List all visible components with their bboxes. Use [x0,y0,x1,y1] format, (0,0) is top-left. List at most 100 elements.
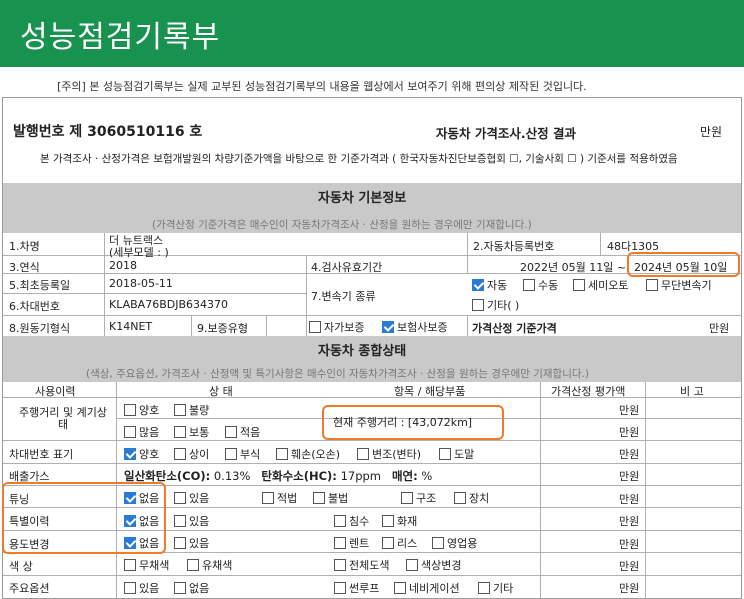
mileage-many[interactable]: 많음 [124,424,159,440]
base-price-label: 가격산정 기준가격 [472,322,557,335]
mileage-few[interactable]: 적음 [225,424,260,440]
checkbox[interactable] [454,492,466,504]
engine-value: K14NET [109,320,153,333]
checkbox[interactable] [225,448,237,460]
vin-mark-diff[interactable]: 상이 [174,446,209,462]
mileage-normal[interactable]: 보통 [174,424,209,440]
vin-mark-damage[interactable]: 훼손(오손) [276,446,340,462]
checkbox[interactable] [334,559,346,571]
tuning-structure[interactable]: 구조 [401,490,436,506]
checkbox[interactable] [174,492,186,504]
checkbox[interactable] [174,537,186,549]
checkbox[interactable] [334,515,346,527]
vin-mark-altered[interactable]: 변조(변타) [357,446,421,462]
checkbox[interactable] [406,559,418,571]
car-model-detail: (세부모델 : ) [109,246,169,259]
checkbox[interactable] [382,537,394,549]
tuning-yes[interactable]: 있음 [174,490,209,506]
trans-manual[interactable]: 수동 [523,277,558,293]
emission-price: 만원 [619,470,640,483]
checkbox[interactable] [401,492,413,504]
overall-title: 자동차 종합상태 [318,344,407,359]
tuning-legal[interactable]: 적법 [262,490,297,506]
inspect-label: 4.검사유효기간 [311,261,383,274]
color-label: 색 상 [9,560,33,573]
checkbox-checked[interactable] [382,321,394,333]
emission-values: 일산화탄소(CO): 0.13% 탄화수소(HC): 17ppm 매연: % [124,469,433,483]
checkbox[interactable] [573,279,585,291]
options-etc[interactable]: 기타 [478,580,513,596]
col-note: 비 고 [680,385,704,398]
trans-semi[interactable]: 세미오토 [573,277,628,293]
checkbox[interactable] [174,582,186,594]
checkbox[interactable] [174,404,186,416]
reg-no-label: 2.자동차등록번호 [473,240,555,253]
tuning-illegal[interactable]: 불법 [313,490,348,506]
checkbox[interactable] [382,515,394,527]
usage-rent[interactable]: 렌트 [334,535,369,551]
tuning-device[interactable]: 장치 [454,490,489,506]
checkbox[interactable] [225,426,237,438]
options-no[interactable]: 없음 [174,580,209,596]
checkbox[interactable] [174,448,186,460]
col-item: 항목 / 해당부품 [394,385,466,398]
checkbox[interactable] [124,582,136,594]
color-change[interactable]: 색상변경 [406,557,461,573]
mileage-good[interactable]: 양호 [124,402,159,418]
checkbox[interactable] [187,559,199,571]
options-navigation[interactable]: 네비게이션 [394,580,460,596]
color-chromatic[interactable]: 유채색 [187,557,232,573]
checkbox[interactable] [334,582,346,594]
checkbox[interactable] [334,537,346,549]
col-price: 가격산정 평가액 [551,385,626,398]
page-title: 성능점검기록부 [20,20,221,55]
year-value: 2018 [109,259,137,272]
warranty-self[interactable]: 자가보증 [309,319,364,335]
color-full-paint[interactable]: 전체도색 [334,557,389,573]
checkbox[interactable] [357,448,369,460]
checkbox-checked[interactable] [124,448,136,460]
checkbox[interactable] [174,426,186,438]
usage-business[interactable]: 영업용 [432,535,477,551]
checkbox[interactable] [313,492,325,504]
overall-subtitle: (색상, 주요옵션, 가격조사 · 산정액 및 특기사항은 매수인이 자동차가격… [86,368,589,380]
warranty-insurer[interactable]: 보험사보증 [382,319,448,335]
options-yes[interactable]: 있음 [124,580,159,596]
checkbox[interactable] [124,559,136,571]
checkbox[interactable] [276,448,288,460]
usage-price: 만원 [619,538,640,551]
vin-mark-painted[interactable]: 도말 [439,446,474,462]
basic-info-subtitle: (가격산정 기준가격은 매수인이 자동차가격조사 · 산정을 원하는 경우에만 … [152,219,532,231]
vin-mark-good[interactable]: 양호 [124,446,159,462]
checkbox[interactable] [432,537,444,549]
checkbox[interactable] [646,279,658,291]
checkbox[interactable] [472,299,484,311]
mileage-bad[interactable]: 불량 [174,402,209,418]
usage-lease[interactable]: 리스 [382,535,417,551]
checkbox[interactable] [309,321,321,333]
checkbox[interactable] [439,448,451,460]
usage-yes[interactable]: 있음 [174,535,209,551]
special-fire[interactable]: 화재 [382,513,417,529]
vin-mark-price: 만원 [619,448,640,461]
checkbox[interactable] [478,582,490,594]
valuation-title: 자동차 가격조사.산정 결과 [436,126,576,141]
special-flood[interactable]: 침수 [334,513,369,529]
checkbox[interactable] [523,279,535,291]
trans-etc[interactable]: 기타( ) [472,297,519,313]
special-yes[interactable]: 있음 [174,513,209,529]
first-reg-label: 5.최초등록일 [9,279,71,292]
highlight-history [2,482,166,554]
checkbox[interactable] [124,404,136,416]
checkbox[interactable] [262,492,274,504]
options-price: 만원 [619,582,640,595]
checkbox[interactable] [174,515,186,527]
checkbox[interactable] [394,582,406,594]
trans-cvt[interactable]: 무단변속기 [646,277,712,293]
trans-auto[interactable]: 자동 [472,277,507,293]
color-achromatic[interactable]: 무채색 [124,557,169,573]
vin-mark-rust[interactable]: 부식 [225,446,260,462]
checkbox-checked[interactable] [472,279,484,291]
options-sunroof[interactable]: 썬루프 [334,580,379,596]
checkbox[interactable] [124,426,136,438]
